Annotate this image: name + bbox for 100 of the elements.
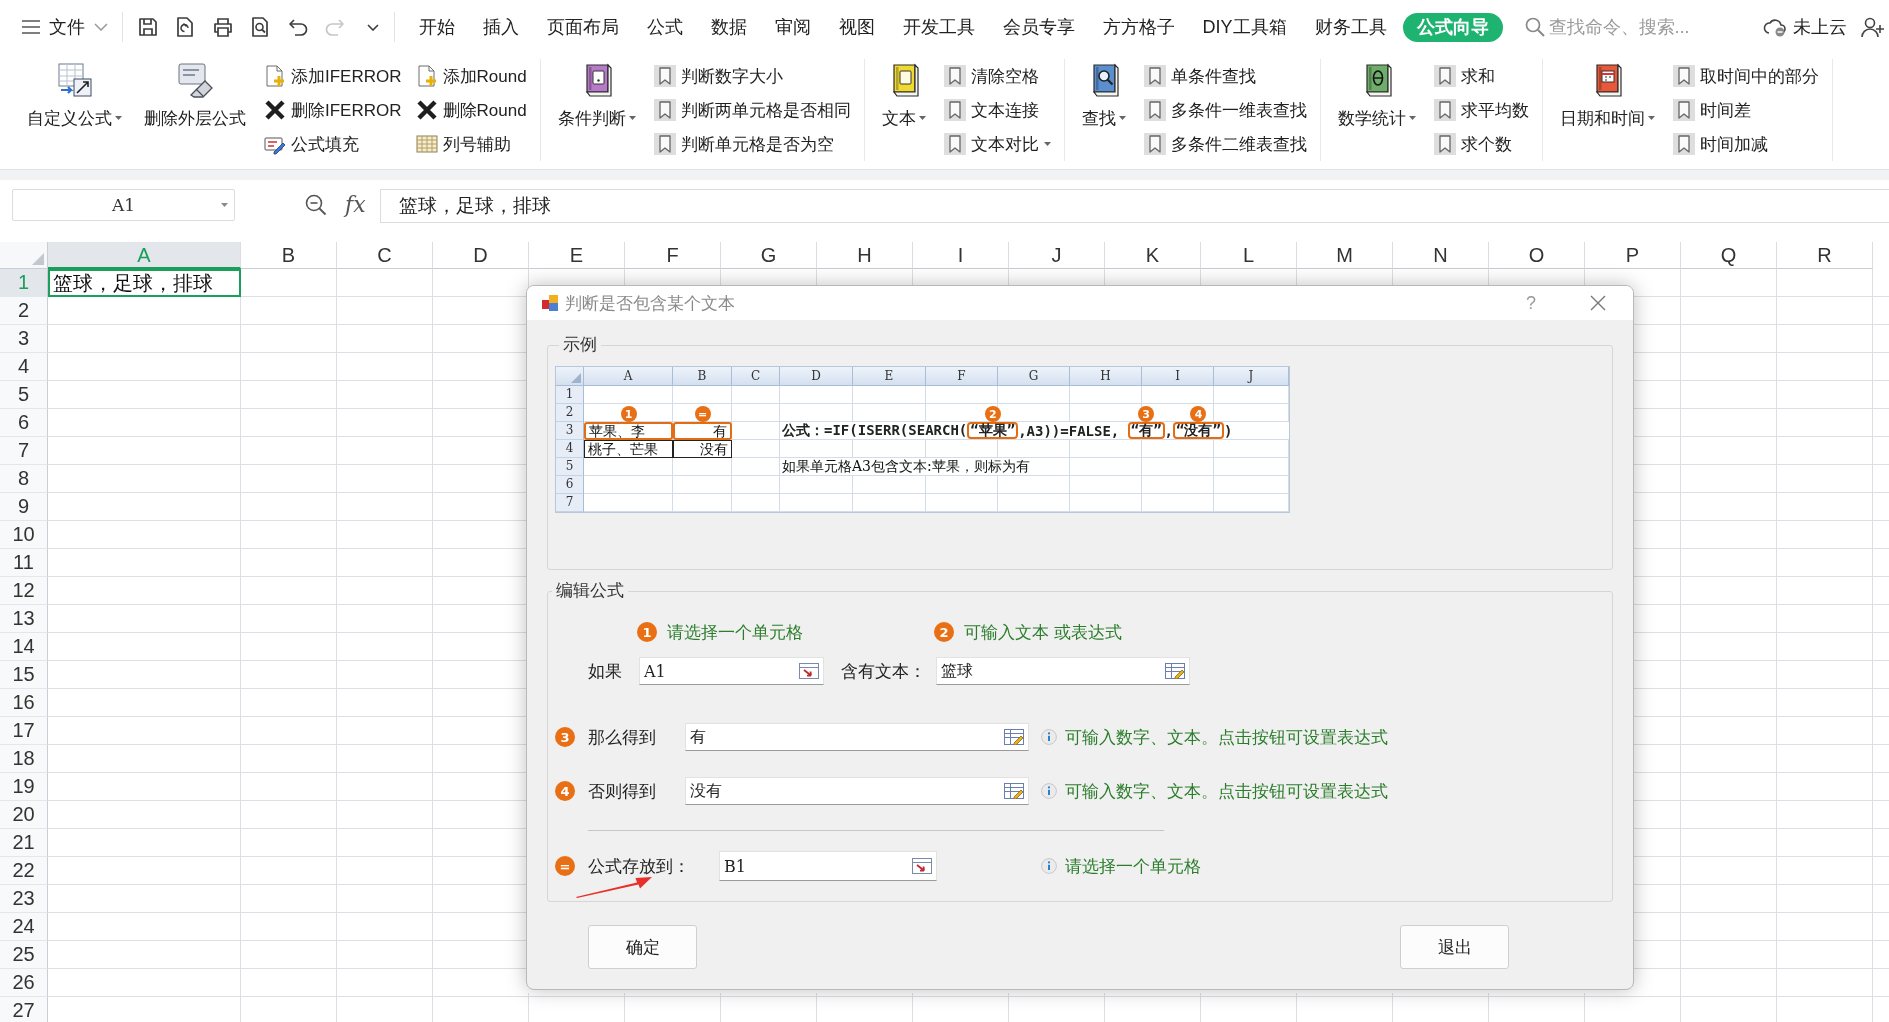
column-header[interactable]: H	[817, 242, 913, 269]
menu-tab[interactable]: 财务工具	[1300, 12, 1401, 42]
column-header[interactable]: J	[1009, 242, 1105, 269]
ribbon-button[interactable]: 时间加减	[1672, 127, 1819, 161]
menu-tab[interactable]: 插入	[468, 12, 533, 42]
column-header[interactable]: L	[1201, 242, 1297, 269]
input-field[interactable]: A1	[639, 657, 824, 685]
row-header[interactable]: 6	[0, 409, 48, 437]
formula-field[interactable]: 篮球，足球，排球	[379, 189, 1889, 223]
row-header[interactable]: 21	[0, 829, 48, 857]
ribbon-button[interactable]: 查找	[1077, 59, 1130, 128]
ribbon-button[interactable]: 删除Round	[415, 93, 527, 127]
row-header[interactable]: 4	[0, 353, 48, 381]
row-header[interactable]: 14	[0, 633, 48, 661]
column-header[interactable]: O	[1489, 242, 1585, 269]
row-header[interactable]: 11	[0, 549, 48, 577]
user-plus-icon[interactable]	[1861, 16, 1885, 38]
column-header[interactable]: I	[913, 242, 1009, 269]
input-field[interactable]: 篮球	[936, 657, 1190, 685]
row-header[interactable]: 10	[0, 521, 48, 549]
menu-tab[interactable]: 审阅	[760, 12, 825, 42]
ribbon-button[interactable]: 自定义公式	[23, 59, 126, 128]
ribbon-button[interactable]: 取时间中的部分	[1672, 59, 1819, 93]
column-header[interactable]: K	[1105, 242, 1201, 269]
row-header[interactable]: 8	[0, 465, 48, 493]
ribbon-button[interactable]: 单条件查找	[1143, 59, 1307, 93]
dialog-button[interactable]: 确定	[588, 925, 697, 969]
row-header[interactable]: 25	[0, 941, 48, 969]
row-header[interactable]: 26	[0, 969, 48, 997]
menu-tab[interactable]: 会员专享	[988, 12, 1089, 42]
cell-grid[interactable]	[526, 993, 1634, 1022]
row-header[interactable]: 12	[0, 577, 48, 605]
ribbon-button[interactable]: 添加Round	[415, 59, 527, 93]
menu-tab[interactable]: 页面布局	[532, 12, 633, 42]
row-header[interactable]: 22	[0, 857, 48, 885]
row-header[interactable]: 19	[0, 773, 48, 801]
column-header[interactable]: C	[337, 242, 433, 269]
ribbon-button[interactable]: 删除IFERROR	[264, 93, 402, 127]
ribbon-button[interactable]: 判断数字大小	[653, 59, 851, 93]
cloud-status-button[interactable]: 未上云	[1763, 15, 1847, 39]
file-menu-button[interactable]: 文件	[22, 11, 108, 43]
row-header[interactable]: 24	[0, 913, 48, 941]
name-box[interactable]: A1	[12, 189, 235, 221]
row-header[interactable]: 3	[0, 325, 48, 353]
ribbon-button[interactable]: 列号辅助	[415, 127, 527, 161]
column-header[interactable]: M	[1297, 242, 1393, 269]
row-header[interactable]: 5	[0, 381, 48, 409]
ribbon-button[interactable]: 文本对比	[943, 127, 1051, 161]
menu-tab[interactable]: 方方格子	[1088, 12, 1189, 42]
ribbon-button[interactable]: 添加IFERROR	[264, 59, 402, 93]
ribbon-button[interactable]: 日期和时间	[1555, 59, 1659, 128]
menu-tab[interactable]: 公式	[632, 12, 697, 42]
menu-tab[interactable]: 开发工具	[888, 12, 989, 42]
ribbon-button[interactable]: 删除外层公式	[140, 59, 250, 128]
row-header[interactable]: 17	[0, 717, 48, 745]
column-header[interactable]: Q	[1681, 242, 1777, 269]
ribbon-button[interactable]: 清除空格	[943, 59, 1051, 93]
ribbon-button[interactable]: 文本	[877, 59, 930, 128]
ribbon-button[interactable]: 多条件一维表查找	[1143, 93, 1307, 127]
column-header[interactable]: B	[241, 242, 337, 269]
ribbon-button[interactable]: 求平均数	[1433, 93, 1529, 127]
column-header[interactable]: N	[1393, 242, 1489, 269]
row-header[interactable]: 16	[0, 689, 48, 717]
ribbon-button[interactable]: 文本连接	[943, 93, 1051, 127]
table-pencil-icon[interactable]	[1165, 663, 1185, 679]
save-icon[interactable]	[136, 16, 159, 38]
magnifier-icon[interactable]	[305, 194, 327, 216]
menu-tab[interactable]: 视图	[824, 12, 889, 42]
row-header[interactable]: 18	[0, 745, 48, 773]
row-header[interactable]: 9	[0, 493, 48, 521]
printer-icon[interactable]	[211, 16, 234, 38]
column-header[interactable]: R	[1777, 242, 1873, 269]
ribbon-button[interactable]: 判断单元格是否为空	[653, 127, 851, 161]
ribbon-button[interactable]: 求个数	[1433, 127, 1529, 161]
cell-grid[interactable]	[1634, 269, 1889, 1022]
ribbon-button[interactable]: 时间差	[1672, 93, 1819, 127]
column-header[interactable]: G	[721, 242, 817, 269]
table-pencil-icon[interactable]	[1004, 729, 1024, 745]
input-field[interactable]: B1	[719, 851, 937, 881]
menu-tab[interactable]: DIY工具箱	[1188, 12, 1301, 42]
ribbon-button[interactable]: 公式填充	[264, 127, 402, 161]
sheet-cell[interactable]: 篮球，足球，排球	[48, 269, 241, 297]
row-header[interactable]: 20	[0, 801, 48, 829]
column-header[interactable]: P	[1585, 242, 1681, 269]
function-label[interactable]: fx	[345, 189, 366, 221]
table-pencil-icon[interactable]	[1004, 783, 1024, 799]
row-header[interactable]: 15	[0, 661, 48, 689]
input-field[interactable]: 有	[685, 723, 1029, 751]
close-icon[interactable]	[1590, 295, 1606, 311]
ribbon-button[interactable]: 数学统计	[1333, 59, 1420, 128]
column-header[interactable]: F	[625, 242, 721, 269]
row-header[interactable]: 2	[0, 297, 48, 325]
chevron-down-icon[interactable]	[366, 23, 379, 31]
column-header[interactable]: E	[529, 242, 625, 269]
ribbon-button[interactable]: 多条件二维表查找	[1143, 127, 1307, 161]
cell-grid[interactable]: 篮球，足球，排球	[48, 269, 526, 1022]
undo-icon[interactable]	[286, 17, 309, 37]
menu-tab[interactable]: 数据	[696, 12, 761, 42]
menu-tab[interactable]: 开始	[404, 12, 469, 42]
ribbon-button[interactable]: 条件判断	[553, 59, 640, 128]
